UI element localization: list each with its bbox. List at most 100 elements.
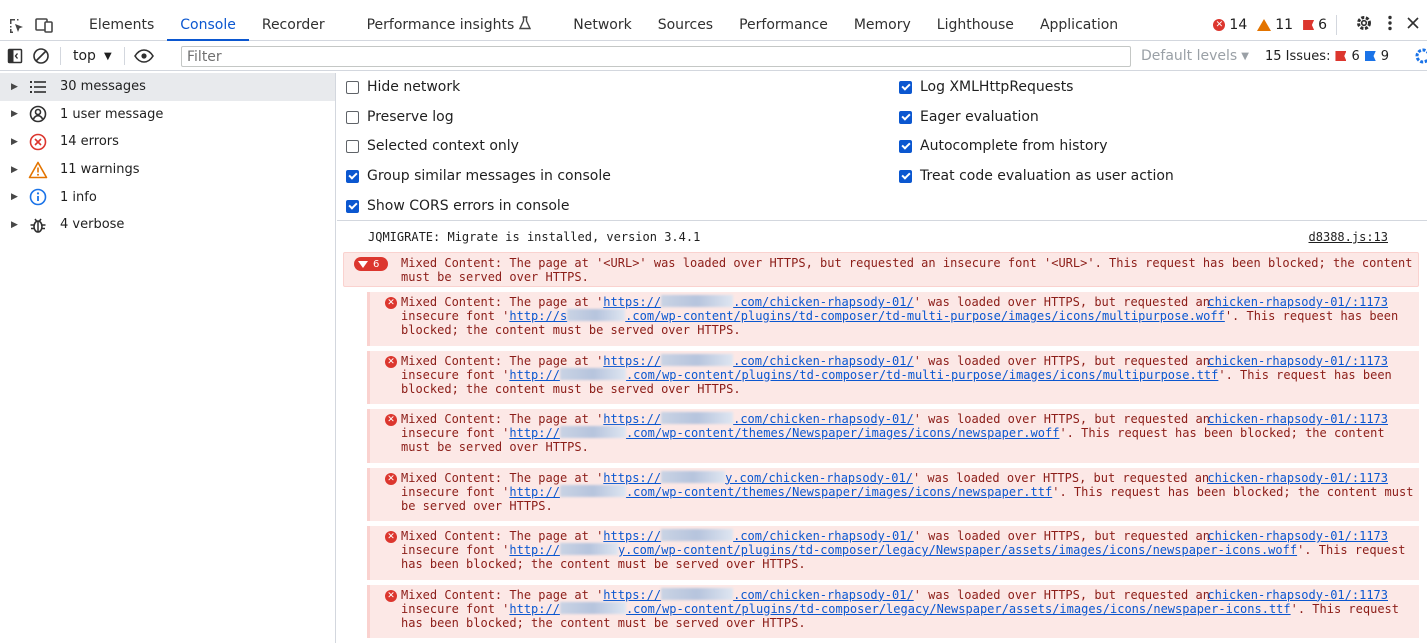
eager-evaluation-checkbox[interactable] bbox=[899, 110, 912, 124]
sidebar-item-info[interactable]: ▶ 1 info bbox=[0, 183, 335, 211]
font-url-link[interactable]: http://s .com/wp-content/plugins/td-compo… bbox=[509, 309, 1225, 323]
error-message: ✕ chicken-rhapsody-01/:1173 Mixed Conten… bbox=[367, 350, 1419, 404]
context-selector[interactable]: top ▼ bbox=[73, 48, 112, 64]
group-similar-option[interactable]: Group similar messages in console bbox=[346, 168, 611, 184]
console-settings-gear-icon[interactable] bbox=[1411, 47, 1427, 65]
tab-console[interactable]: Console bbox=[167, 10, 249, 41]
show-cors-checkbox[interactable] bbox=[346, 199, 359, 213]
divider bbox=[60, 47, 61, 65]
close-devtools-icon[interactable] bbox=[1407, 17, 1419, 33]
page-url-link[interactable]: https:// .com/chicken-rhapsody-01/ bbox=[603, 529, 914, 543]
redacted-blur bbox=[567, 309, 626, 321]
filter-input[interactable] bbox=[181, 46, 1131, 67]
sidebar-item-label: 1 info bbox=[60, 189, 97, 205]
tab-label: Application bbox=[1039, 17, 1119, 33]
expand-arrow-icon[interactable]: ▶ bbox=[0, 137, 20, 147]
sidebar-item-label: 1 user message bbox=[60, 106, 164, 122]
option-label: Autocomplete from history bbox=[920, 138, 1108, 154]
preserve-log-checkbox[interactable] bbox=[346, 110, 359, 124]
error-message: ✕ chicken-rhapsody-01/:1173 Mixed Conten… bbox=[367, 526, 1419, 580]
grouped-error-message[interactable]: 6 Mixed Content: The page at '<URL>' was… bbox=[343, 252, 1419, 287]
tab-sources[interactable]: Sources bbox=[645, 10, 726, 40]
group-similar-checkbox[interactable] bbox=[346, 169, 359, 183]
sidebar-item-verbose[interactable]: ▶ 4 verbose bbox=[0, 211, 335, 239]
sidebar-item-messages[interactable]: ▶ 30 messages bbox=[0, 73, 335, 101]
log-xhr-checkbox[interactable] bbox=[899, 80, 912, 94]
sidebar-item-errors[interactable]: ▶ 14 errors bbox=[0, 128, 335, 156]
tab-performance[interactable]: Performance bbox=[726, 10, 841, 40]
error-source-link[interactable]: chicken-rhapsody-01/:1173 bbox=[1207, 471, 1388, 485]
page-url-link[interactable]: https:// .com/chicken-rhapsody-01/ bbox=[603, 353, 914, 368]
eager-evaluation-option[interactable]: Eager evaluation bbox=[899, 109, 1039, 125]
option-label: Preserve log bbox=[367, 109, 454, 125]
log-text: JQMIGRATE: Migrate is installed, version… bbox=[368, 230, 701, 244]
error-source-link[interactable]: chicken-rhapsody-01/:1173 bbox=[1207, 354, 1388, 368]
log-xhr-option[interactable]: Log XMLHttpRequests bbox=[899, 79, 1073, 95]
console-toolbar: top ▼ Default levels ▼ 15 Issues: 6 9 bbox=[0, 42, 1427, 71]
expand-arrow-icon[interactable]: ▶ bbox=[0, 220, 20, 230]
issues-counter[interactable]: 15 Issues: 6 9 bbox=[1265, 42, 1389, 70]
expand-arrow-icon[interactable]: ▶ bbox=[0, 109, 20, 119]
autocomplete-checkbox[interactable] bbox=[899, 139, 912, 153]
tab-network[interactable]: Network bbox=[560, 10, 644, 40]
inspect-element-icon[interactable] bbox=[4, 13, 28, 37]
treat-user-action-checkbox[interactable] bbox=[899, 169, 912, 183]
sidebar-item-user-messages[interactable]: ▶ 1 user message bbox=[0, 101, 335, 129]
error-counters[interactable]: ✕ 14 11 6 bbox=[1213, 10, 1327, 40]
font-url-link[interactable]: http:// .com/wp-content/plugins/td-compos… bbox=[509, 367, 1218, 382]
page-url-link[interactable]: https:// .com/chicken-rhapsody-01/ bbox=[603, 587, 914, 602]
more-options-icon[interactable] bbox=[1387, 15, 1393, 35]
font-url-link[interactable]: http:// .com/wp-content/themes/Newspaper/… bbox=[509, 426, 1059, 440]
log-source-link[interactable]: d8388.js:13 bbox=[1309, 229, 1388, 246]
clear-console-icon[interactable] bbox=[28, 43, 54, 69]
expand-arrow-icon[interactable]: ▶ bbox=[0, 192, 20, 202]
group-text-line: Mixed Content: The page at '<URL>' was l… bbox=[401, 256, 1413, 270]
console-log-message: JQMIGRATE: Migrate is installed, version… bbox=[337, 222, 1427, 251]
expand-arrow-icon[interactable]: ▶ bbox=[0, 165, 20, 175]
error-source-link[interactable]: chicken-rhapsody-01/:1173 bbox=[1207, 412, 1388, 426]
url-part: y.com/chicken-rhapsody-01/ bbox=[725, 470, 913, 485]
tab-elements[interactable]: Elements bbox=[76, 10, 167, 40]
error-text-line: insecure font 'http:// .com/wp-content/pl… bbox=[401, 367, 1419, 382]
page-url-link[interactable]: https:// .com/chicken-rhapsody-01/ bbox=[603, 412, 914, 426]
tab-recorder[interactable]: Recorder bbox=[249, 10, 338, 40]
tab-performance-insights[interactable]: Performance insights bbox=[354, 10, 545, 40]
font-url-link[interactable]: http:// .com/wp-content/plugins/td-compos… bbox=[509, 601, 1291, 616]
hide-network-checkbox[interactable] bbox=[346, 80, 359, 94]
selected-context-option[interactable]: Selected context only bbox=[346, 138, 519, 154]
autocomplete-option[interactable]: Autocomplete from history bbox=[899, 138, 1108, 154]
group-count-badge[interactable]: 6 bbox=[354, 257, 388, 271]
flask-icon bbox=[519, 16, 532, 34]
tab-lighthouse[interactable]: Lighthouse bbox=[924, 10, 1027, 40]
redacted-blur bbox=[661, 353, 734, 366]
device-toolbar-icon[interactable] bbox=[32, 13, 56, 37]
text: '. This request has been blocked; the co… bbox=[1059, 426, 1385, 440]
selected-context-checkbox[interactable] bbox=[346, 139, 359, 153]
error-source-link[interactable]: chicken-rhapsody-01/:1173 bbox=[1207, 588, 1388, 602]
hide-network-option[interactable]: Hide network bbox=[346, 79, 460, 95]
error-source-link[interactable]: chicken-rhapsody-01/:1173 bbox=[1207, 529, 1388, 543]
show-cors-option[interactable]: Show CORS errors in console bbox=[346, 198, 569, 214]
redacted-blur bbox=[661, 470, 726, 483]
expand-arrow-icon[interactable]: ▶ bbox=[0, 82, 20, 92]
tab-application[interactable]: Application bbox=[1027, 10, 1131, 40]
page-url-link[interactable]: https:// y.com/chicken-rhapsody-01/ bbox=[603, 470, 913, 485]
log-levels-dropdown[interactable]: Default levels ▼ bbox=[1141, 42, 1249, 70]
live-expression-eye-icon[interactable] bbox=[131, 43, 157, 69]
page-url-link[interactable]: https:// .com/chicken-rhapsody-01/ bbox=[603, 295, 914, 309]
font-url-link[interactable]: http:// y.com/wp-content/plugins/td-compo… bbox=[509, 543, 1297, 557]
font-url-link[interactable]: http:// .com/wp-content/themes/Newspaper/… bbox=[509, 484, 1052, 499]
sidebar-toggle-icon[interactable] bbox=[2, 43, 28, 69]
sidebar-item-label: 11 warnings bbox=[60, 162, 140, 178]
sidebar-item-warnings[interactable]: ▶ 11 warnings bbox=[0, 156, 335, 184]
error-source-link[interactable]: chicken-rhapsody-01/:1173 bbox=[1207, 295, 1388, 309]
url-part: .com/chicken-rhapsody-01/ bbox=[733, 295, 914, 309]
tab-memory[interactable]: Memory bbox=[841, 10, 924, 40]
preserve-log-option[interactable]: Preserve log bbox=[346, 109, 454, 125]
divider bbox=[123, 47, 125, 65]
error-icon bbox=[28, 132, 48, 152]
settings-gear-icon[interactable] bbox=[1355, 14, 1373, 36]
error-icon: ✕ bbox=[385, 414, 397, 426]
option-label: Hide network bbox=[367, 79, 461, 95]
treat-user-action-option[interactable]: Treat code evaluation as user action bbox=[899, 168, 1174, 184]
